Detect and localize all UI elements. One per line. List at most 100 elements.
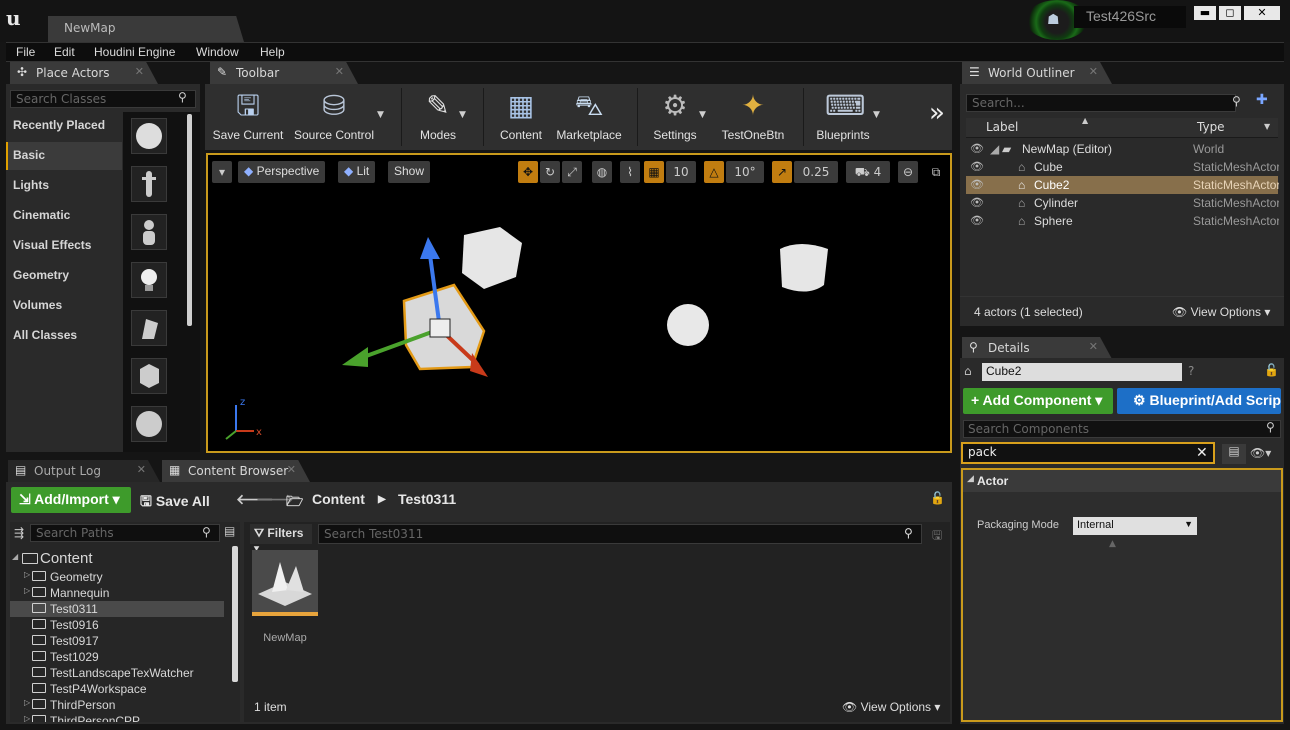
collapsed-arrow-icon[interactable]: ▷ <box>24 698 30 707</box>
add-component-button[interactable]: + Add Component ▾ <box>963 388 1113 414</box>
outliner-row[interactable]: 👁 ◢ ▰ NewMap (Editor) World <box>966 140 1278 158</box>
menu-help[interactable]: Help <box>260 45 285 59</box>
help-icon[interactable]: ? <box>1188 364 1194 378</box>
chevron-down-icon[interactable]: ▼ <box>1264 122 1270 131</box>
close-tab-icon[interactable]: ✕ <box>135 65 144 78</box>
category-recently-placed[interactable]: Recently Placed <box>6 112 122 140</box>
collapsed-arrow-icon[interactable]: ▷ <box>24 586 30 595</box>
category-basic[interactable]: Basic <box>6 142 122 170</box>
visibility-eye-icon[interactable]: 👁 <box>970 214 984 227</box>
search-paths-input[interactable]: Search Paths <box>30 524 220 542</box>
packaging-mode-select[interactable]: Internal ▼ <box>1073 517 1197 535</box>
filters-button[interactable]: ⛛ Filters ▾ <box>250 524 312 555</box>
close-tab-icon[interactable]: ✕ <box>1089 65 1098 78</box>
tree-item-testp4workspace[interactable]: TestP4Workspace <box>10 681 224 697</box>
collapse-arrow-icon[interactable]: ◢ <box>967 474 974 484</box>
view-options-button[interactable]: 👁 View Options ▾ <box>842 700 940 714</box>
tree-item-mannequin[interactable]: ▷ Mannequin <box>10 585 224 601</box>
blueprint-add-script-button[interactable]: ⚙ Blueprint/Add Script <box>1117 388 1281 414</box>
lock-icon[interactable]: 🔓 <box>1264 363 1279 377</box>
outliner-row[interactable]: 👁 ⌂ Cube StaticMeshActor <box>966 158 1279 176</box>
menu-file[interactable]: File <box>16 45 35 59</box>
lock-icon[interactable]: 🔓 <box>930 491 945 505</box>
category-lights[interactable]: Lights <box>6 172 122 200</box>
tree-item-test1029[interactable]: Test1029 <box>10 649 224 665</box>
tab-output-log[interactable]: ▤ Output Log ✕ <box>8 460 160 482</box>
minimize-button[interactable]: ▬ <box>1194 6 1216 20</box>
level-viewport[interactable]: ▾ ◆ Perspective ◆ Lit Show ✥ ↻ ⤢ ◍ ⌇ ▦ 1… <box>206 153 952 453</box>
label-column-header[interactable]: Label <box>986 120 1018 134</box>
save-current-button[interactable]: 🖫 Save Current <box>209 86 287 148</box>
expand-arrow-icon[interactable]: ◢ <box>990 142 999 156</box>
search-assets-input[interactable]: Search Test0311 <box>318 524 922 544</box>
add-folder-icon[interactable]: ✚ <box>1256 92 1268 108</box>
visibility-eye-icon[interactable]: 👁 <box>970 142 984 155</box>
category-geometry[interactable]: Geometry <box>6 262 122 290</box>
category-visual-effects[interactable]: Visual Effects <box>6 232 122 260</box>
category-volumes[interactable]: Volumes <box>6 292 122 320</box>
chevron-down-icon[interactable]: ▼ <box>699 110 706 120</box>
property-matrix-icon[interactable]: ▤ <box>1222 444 1246 464</box>
tab-content-browser[interactable]: ▦ Content Browser ✕ <box>162 460 310 482</box>
chevron-down-icon[interactable]: ▼ <box>459 110 466 120</box>
visibility-eye-icon[interactable]: 👁 <box>970 178 984 191</box>
paths-menu-icon[interactable]: ▤ <box>224 524 235 538</box>
menu-edit[interactable]: Edit <box>54 45 75 59</box>
menu-window[interactable]: Window <box>196 45 239 59</box>
toolbar-overflow-icon[interactable]: » <box>929 98 945 128</box>
paths-scrollbar[interactable] <box>232 546 238 682</box>
category-all-classes[interactable]: All Classes <box>6 322 122 350</box>
outliner-row[interactable]: 👁 ⌂ Sphere StaticMeshActor <box>966 212 1279 230</box>
blueprints-button[interactable]: ⌨ Blueprints <box>811 86 875 148</box>
tree-item-test0311[interactable]: Test0311 <box>10 601 224 617</box>
close-tab-icon[interactable]: ✕ <box>287 463 296 476</box>
details-filter-input[interactable]: pack <box>961 442 1215 464</box>
clear-filter-icon[interactable]: ✕ <box>1196 445 1208 461</box>
test-one-button[interactable]: ✦ TestOneBtn <box>717 86 789 148</box>
empty-pawn-item[interactable] <box>131 214 167 250</box>
menu-houdini-engine[interactable]: Houdini Engine <box>94 45 175 59</box>
type-column-header[interactable]: Type <box>1197 120 1225 134</box>
empty-actor-item[interactable] <box>131 118 167 154</box>
search-components-input[interactable]: Search Components <box>963 420 1281 438</box>
tree-item-thirdperson[interactable]: ▷ ThirdPerson <box>10 697 224 713</box>
maximize-button[interactable]: ◻ <box>1219 6 1241 20</box>
view-options-button[interactable]: 👁 View Options ▾ <box>1172 305 1270 319</box>
player-start-item[interactable] <box>131 310 167 346</box>
empty-character-item[interactable] <box>131 166 167 202</box>
marketplace-button[interactable]: ⛍ Marketplace <box>553 86 625 148</box>
advanced-expand-icon[interactable]: ▲ <box>1109 539 1116 549</box>
save-search-icon[interactable]: 🖫 <box>932 526 942 547</box>
add-import-button[interactable]: ⇲ Add/Import ▾ <box>11 487 131 513</box>
close-tab-icon[interactable]: ✕ <box>137 463 146 476</box>
gizmo-center[interactable] <box>429 318 451 338</box>
chevron-down-icon[interactable]: ▼ <box>873 110 880 120</box>
chevron-down-icon[interactable]: ▼ <box>377 110 384 120</box>
tab-toolbar[interactable]: ✎ Toolbar ✕ <box>210 62 358 84</box>
sphere-item[interactable] <box>131 406 167 442</box>
category-cinematic[interactable]: Cinematic <box>6 202 122 230</box>
tree-item-geometry[interactable]: ▷ Geometry <box>10 569 224 585</box>
tab-details[interactable]: ⚲ Details ✕ <box>962 337 1112 359</box>
toggle-sources-icon[interactable]: ⇶ <box>14 526 24 540</box>
expand-arrow-icon[interactable]: ◢ <box>12 552 18 561</box>
save-all-button[interactable]: 🖫 Save All <box>140 491 210 515</box>
point-light-item[interactable] <box>131 262 167 298</box>
tree-item-testlandscapetexwatcher[interactable]: TestLandscapeTexWatcher <box>10 665 224 681</box>
visibility-eye-icon[interactable]: 👁 <box>970 196 984 209</box>
outliner-row-selected[interactable]: 👁 ⌂ Cube2 StaticMeshActor <box>966 176 1279 194</box>
settings-button[interactable]: ⚙ Settings <box>645 86 705 148</box>
close-tab-icon[interactable]: ✕ <box>335 65 344 78</box>
outliner-search-input[interactable]: Search... <box>966 94 1236 112</box>
asset-thumbnail-newmap[interactable] <box>252 550 318 616</box>
close-window-button[interactable]: ✕ <box>1244 6 1280 20</box>
cube-item[interactable] <box>131 358 167 394</box>
visibility-eye-icon[interactable]: 👁 <box>970 160 984 173</box>
search-classes-input[interactable]: Search Classes <box>10 90 196 108</box>
tab-world-outliner[interactable]: ☰ World Outliner ✕ <box>962 62 1112 84</box>
map-document-tab[interactable]: NewMap <box>48 16 244 42</box>
source-control-button[interactable]: ⛁ Source Control <box>291 86 377 148</box>
actor-name-field[interactable]: Cube2 <box>982 363 1182 381</box>
visibility-filter-icon[interactable]: 👁▾ <box>1250 446 1271 460</box>
place-actors-scrollbar[interactable] <box>187 114 192 326</box>
